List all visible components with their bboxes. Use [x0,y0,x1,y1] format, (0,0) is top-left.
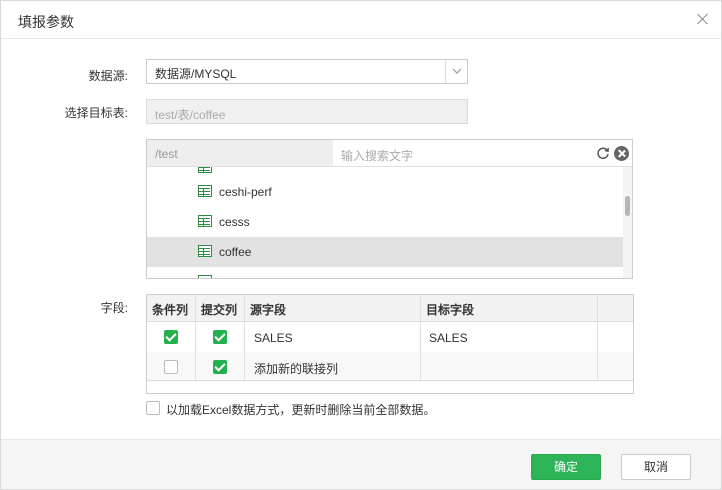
table-header: 条件列 提交列 源字段 目标字段 [147,295,633,322]
table-row: SALES SALES [147,322,633,352]
header-source: 源字段 [250,303,287,317]
column-divider [420,295,421,380]
tree-search-input[interactable]: 输入搜索文字 [341,147,413,164]
table-icon [198,275,212,278]
column-divider [195,295,196,380]
condition-checkbox[interactable] [164,360,178,374]
datasource-label: 数据源: [88,69,128,83]
target-field-cell[interactable]: SALES [429,331,468,345]
datasource-value: 数据源/MYSQL [155,67,237,81]
fields-label: 字段: [100,301,128,315]
tree-item[interactable]: cesss [147,207,623,237]
table-icon [198,167,212,173]
submit-checkbox[interactable] [213,360,227,374]
datasource-select[interactable]: 数据源/MYSQL [146,59,468,84]
excel-mode-label: 以加载Excel数据方式，更新时删除当前全部数据。 [166,403,436,417]
condition-checkbox[interactable] [164,330,178,344]
dialog-title: 填报参数 [18,14,74,30]
tree-item-label: ceshi-perf [219,185,272,199]
tree-scrollbar[interactable] [623,167,632,278]
table-icon [198,215,212,227]
table-footer [147,380,633,393]
target-table-value: test/表/coffee [155,108,226,122]
column-divider [597,295,598,380]
header-target: 目标字段 [426,303,475,317]
header-submit: 提交列 [201,303,238,317]
tree-item-partial-bottom[interactable] [147,267,623,278]
table-tree-panel: /test 输入搜索文字 ceshi-perf cesss coffee [146,139,633,279]
excel-mode-checkbox[interactable] [146,401,160,415]
add-join-column-cell[interactable]: 添加新的联接列 [254,360,338,377]
tree-item-label: coffee [219,245,252,259]
submit-checkbox[interactable] [213,330,227,344]
tree-list: ceshi-perf cesss coffee [147,167,632,278]
tree-path-text: /test [155,147,178,161]
field-mapping-table: 条件列 提交列 源字段 目标字段 SALES SALES 添加新的联接列 [146,294,634,394]
table-row: 添加新的联接列 [147,352,633,382]
source-field-cell: SALES [254,331,293,345]
table-icon [198,245,212,257]
tree-toolbar: /test 输入搜索文字 [147,140,632,167]
cancel-button[interactable]: 取消 [621,454,691,480]
tree-path: /test [147,140,333,166]
close-icon[interactable] [695,11,711,27]
tree-scrollbar-thumb[interactable] [625,196,630,216]
confirm-button[interactable]: 确定 [531,454,601,480]
target-table-label: 选择目标表: [64,106,128,120]
fill-params-dialog: 填报参数 数据源: 数据源/MYSQL 选择目标表: test/表/coffee… [0,0,722,490]
column-divider [244,295,245,380]
target-table-field: test/表/coffee [146,99,468,124]
tree-item[interactable]: ceshi-perf [147,177,623,207]
clear-search-icon[interactable] [614,146,629,161]
dialog-footer: 确定 取消 [1,439,721,489]
chevron-down-icon[interactable] [445,60,467,83]
tree-item-selected[interactable]: coffee [147,237,623,267]
table-icon [198,185,212,197]
tree-item-label: cesss [219,215,250,229]
refresh-icon[interactable] [596,146,610,160]
header-condition: 条件列 [152,303,189,317]
dialog-header: 填报参数 [1,1,721,39]
